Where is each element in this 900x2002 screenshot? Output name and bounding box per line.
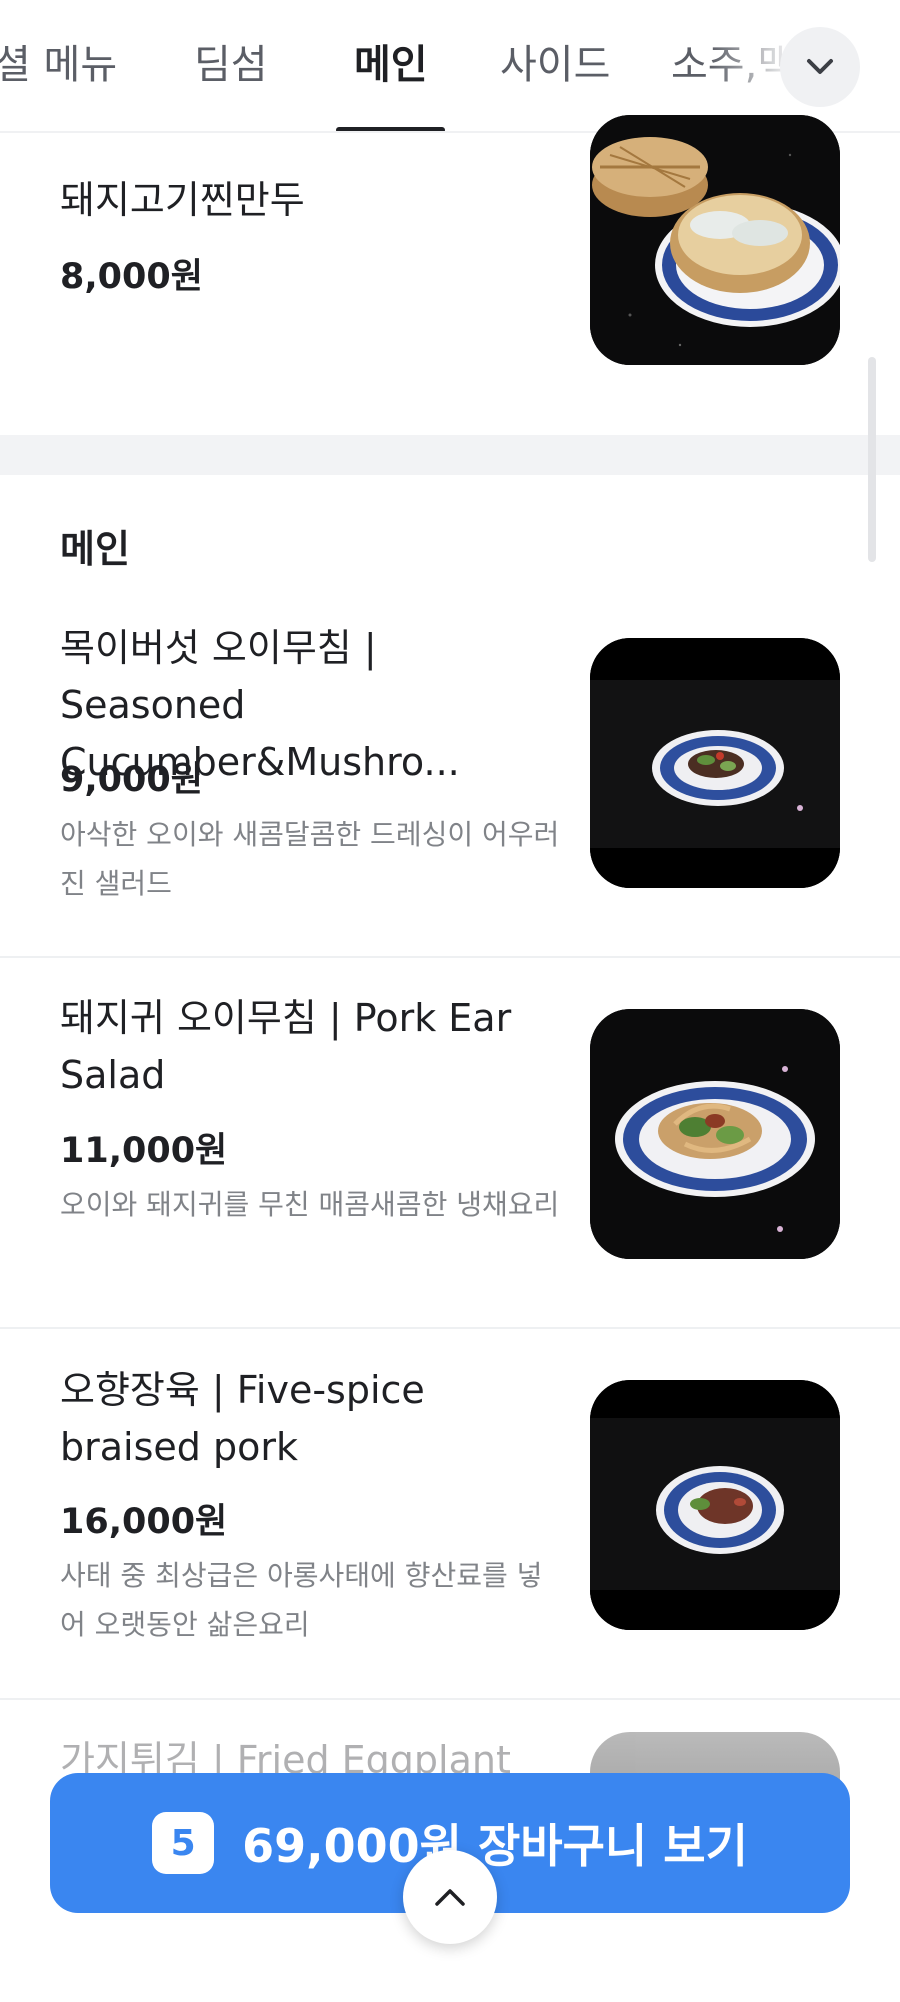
chevron-down-icon [807,59,833,74]
dumpling-image [590,115,840,365]
cucumber-salad-image [590,638,840,888]
section-title: 메인 [60,527,130,571]
tab-side[interactable]: 사이드 [500,32,610,90]
section-separator [0,435,900,475]
item-price: 9,000원 [60,760,203,800]
more-categories-button[interactable] [780,27,860,107]
tab-main[interactable]: 메인 [354,32,428,90]
braised-pork-image [590,1380,840,1630]
item-price: 8,000원 [60,257,203,297]
item-name: 돼지고기찐만두 [60,178,305,222]
item-name: 오향장육 | Five-spice braised pork [60,1368,425,1469]
cart-label: 69,000원 장바구니 보기 [242,1819,748,1873]
item-name: 돼지귀 오이무침 | Pork Ear Salad [60,996,512,1097]
item-price: 16,000원 [60,1502,228,1542]
tab-special-menu[interactable]: 셜 메뉴 [0,32,117,90]
item-divider [0,1698,900,1700]
tab-dimsum[interactable]: 딤섬 [194,32,268,90]
chevron-up-icon [435,1889,465,1906]
pork-ear-salad-image [590,1009,840,1259]
item-description: 사태 중 최상급은 아롱사태에 향산료를 넣어 오랫동안 삶은요리 [60,1559,543,1641]
active-tab-indicator [336,127,445,131]
category-tab-bar: 셜 메뉴 딤섬 메인 사이드 소주,맥 [0,0,900,133]
item-description: 오이와 돼지귀를 무친 매콤새콤한 냉채요리 [60,1188,560,1221]
item-description: 아삭한 오이와 새콤달콤한 드레싱이 어우러진 샐러드 [60,818,560,900]
scroll-to-top-button[interactable] [403,1850,497,1944]
cart-count-badge: 5 [152,1812,215,1874]
scrollbar[interactable] [868,357,876,562]
item-divider [0,1327,900,1329]
item-divider [0,956,900,958]
item-price: 11,000원 [60,1131,228,1171]
